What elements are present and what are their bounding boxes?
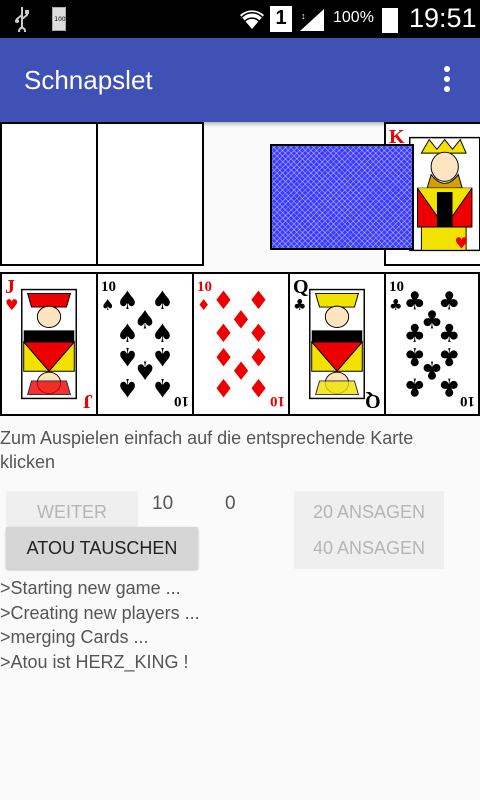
hand-card-rank: 10 [389,279,404,295]
signal-icon: ↕ [300,9,324,31]
hand-card[interactable]: Q ♣ Q [288,272,386,416]
hand-card-rank: 10 [197,279,212,295]
log-line: >Atou ist HERZ_KING ! [0,651,189,672]
club-pip-icon: ♣ [404,373,426,402]
spade-icon: ♠ [101,296,115,314]
computer-score: 0 [225,493,236,514]
spade-pip-icon: ♠ [151,373,174,402]
spade-pip-icon: ♠ [116,373,139,402]
overflow-menu-icon[interactable] [436,64,458,96]
hand-card-rank: Q [365,390,381,412]
svg-text:↕: ↕ [301,11,306,21]
hand-card-rank: 10 [270,393,285,409]
log-line: >merging Cards ... [0,627,149,647]
atou-tauschen-button[interactable]: ATOU TAUSCHEN [6,527,198,569]
diamond-pip-icon: ♦ [247,373,270,402]
sim-label: 1 [275,7,287,29]
diamond-icon: ♦ [197,296,211,314]
wifi-icon [240,10,264,29]
app-title: Schnapslet [24,65,153,95]
battery-percent: 100% [333,9,374,26]
hand-card[interactable]: ♣ ♣ ♣ ♣ ♣ ♣ ♣ ♣ ♣ ♣ 10 ♣ 10 [384,272,480,416]
opponent-card-1 [0,122,98,266]
hand-card-rank: Q [293,276,309,298]
hand-card-rank: J [83,390,93,412]
hand-card[interactable]: J ♥ J [0,272,98,416]
opponent-card-2 [96,122,204,266]
log-line: >Creating new players ... [0,602,200,623]
usb-icon [15,7,29,32]
clock: 19:51 [409,3,477,33]
hand-card-rank: J [5,276,15,298]
sim-icon: 1 [270,6,292,32]
battery-icon [382,5,398,33]
small-battery-label: 100 [54,16,66,23]
ansagen-40-button[interactable]: 40 ANSAGEN [294,527,444,569]
heart-icon: ♥ [5,296,19,314]
diamond-pip-icon: ♦ [212,373,235,402]
svg-text:♥: ♥ [454,234,468,252]
hand-card[interactable]: ♠ ♠ ♠ ♠ ♠ ♠ ♠ ♠ ♠ ♠ 10 ♠ 10 [96,272,194,416]
club-icon: ♣ [389,296,403,314]
game-log: >Starting new game ... >Creating new pla… [0,576,200,674]
status-bar: 100 1 ↕ 100% 19:51 [0,0,480,38]
hand-card-rank: 10 [101,279,116,295]
talon-deck [270,144,414,250]
player-score: 10 [152,493,174,514]
hand-card-rank: 10 [460,393,475,409]
club-icon: ♣ [293,296,307,314]
instruction-hint: Zum Auspielen einfach auf die entspreche… [0,428,414,472]
small-battery-icon: 100 [52,7,66,31]
hand-card[interactable]: ♦ ♦ ♦ ♦ ♦ ♦ ♦ ♦ ♦ ♦ 10 ♦ 10 [192,272,290,416]
log-line: >Starting new game ... [0,578,181,598]
club-pip-icon: ♣ [438,373,460,402]
hand-card-rank: 10 [174,393,189,409]
app-bar: Schnapslet [0,38,480,122]
jack-figure-icon [21,288,77,400]
